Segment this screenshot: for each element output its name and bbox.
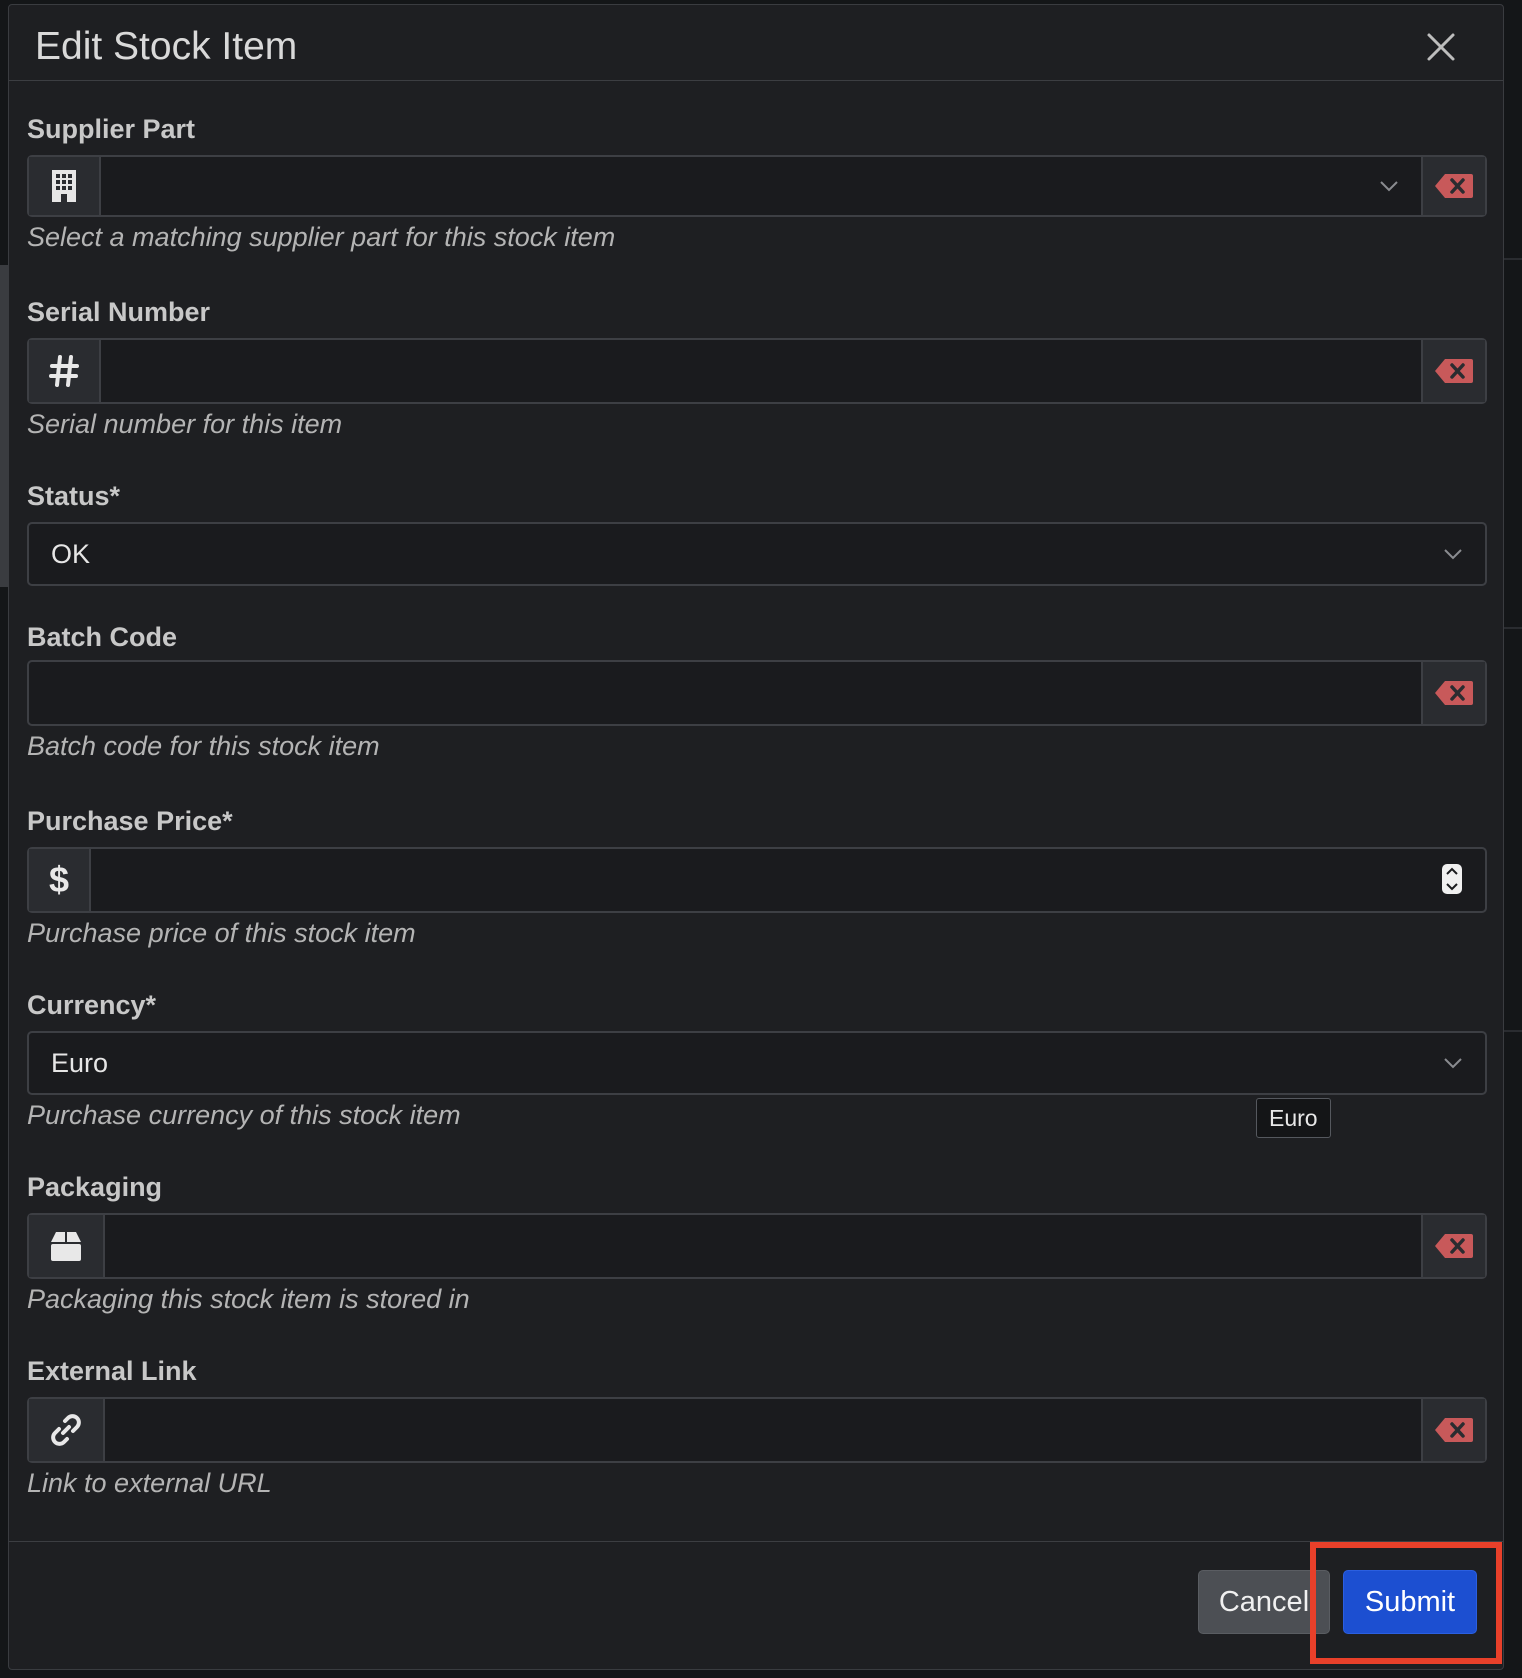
- packaging-input[interactable]: [27, 1213, 1487, 1279]
- close-button[interactable]: [1421, 27, 1461, 67]
- backspace-x-icon: [1435, 359, 1473, 383]
- backspace-x-icon: [1435, 174, 1473, 198]
- submit-button[interactable]: Submit: [1343, 1570, 1477, 1634]
- edit-stock-item-modal: Edit Stock Item Supplier Part Select a m…: [8, 4, 1504, 1670]
- serial-number-label: Serial Number: [27, 297, 211, 327]
- supplier-part-clear-button[interactable]: [1421, 157, 1485, 215]
- external-link-help: Link to external URL: [27, 1468, 272, 1498]
- field-external-link: External Link Link to external URL: [27, 1355, 1487, 1505]
- external-link-value: [105, 1399, 1421, 1461]
- building-icon: [29, 157, 101, 215]
- serial-number-help: Serial number for this item: [27, 409, 343, 439]
- dollar-icon: $: [29, 849, 91, 911]
- packaging-clear-button[interactable]: [1421, 1215, 1485, 1277]
- chevron-down-icon: [1380, 181, 1398, 192]
- background-divider: [1504, 627, 1522, 629]
- purchase-price-input[interactable]: $: [27, 847, 1487, 913]
- purchase-price-help: Purchase price of this stock item: [27, 918, 416, 948]
- currency-value: Euro: [51, 1047, 109, 1078]
- supplier-part-select[interactable]: [27, 155, 1487, 217]
- backspace-x-icon: [1435, 1234, 1473, 1258]
- currency-tooltip: Euro: [1256, 1098, 1331, 1138]
- field-batch-code: Batch Code Batch code for this stock ite…: [27, 621, 1487, 771]
- field-status: Status* OK: [27, 480, 1487, 590]
- number-spinner-icon[interactable]: [1441, 863, 1463, 895]
- batch-code-label: Batch Code: [27, 622, 178, 652]
- packaging-help: Packaging this stock item is stored in: [27, 1284, 470, 1314]
- batch-code-input[interactable]: [27, 660, 1487, 726]
- background-divider: [1504, 1030, 1522, 1032]
- status-label: Status*: [27, 481, 121, 511]
- close-icon: [1427, 33, 1455, 61]
- field-supplier-part: Supplier Part Select a matching supplier…: [27, 113, 1487, 263]
- hash-icon: [29, 340, 101, 402]
- field-packaging: Packaging Packaging this stock item is s…: [27, 1171, 1487, 1321]
- purchase-price-value: [91, 849, 1485, 911]
- modal-footer: Cancel Submit: [9, 1541, 1503, 1669]
- currency-select[interactable]: Euro: [27, 1031, 1487, 1095]
- supplier-part-label: Supplier Part: [27, 114, 196, 144]
- link-icon: [29, 1399, 105, 1461]
- batch-code-value: [29, 662, 1421, 724]
- packaging-value: [105, 1215, 1421, 1277]
- currency-label: Currency*: [27, 990, 157, 1020]
- serial-number-input[interactable]: [27, 338, 1487, 404]
- status-value: OK: [51, 538, 91, 569]
- backspace-x-icon: [1435, 1418, 1473, 1442]
- supplier-part-help: Select a matching supplier part for this…: [27, 222, 616, 252]
- modal-header: Edit Stock Item: [9, 5, 1503, 81]
- purchase-price-label: Purchase Price*: [27, 806, 233, 836]
- status-select[interactable]: OK: [27, 522, 1487, 586]
- batch-code-clear-button[interactable]: [1421, 662, 1485, 724]
- backspace-x-icon: [1435, 681, 1473, 705]
- field-serial-number: Serial Number Serial number for this ite…: [27, 296, 1487, 446]
- background-divider: [1504, 258, 1522, 260]
- currency-help: Purchase currency of this stock item: [27, 1100, 461, 1130]
- supplier-part-value: [101, 157, 1421, 215]
- packaging-label: Packaging: [27, 1172, 163, 1202]
- chevron-down-icon: [1444, 1058, 1462, 1069]
- serial-number-clear-button[interactable]: [1421, 340, 1485, 402]
- cancel-button[interactable]: Cancel: [1198, 1570, 1330, 1634]
- external-link-label: External Link: [27, 1356, 197, 1386]
- chevron-down-icon: [1444, 549, 1462, 560]
- external-link-input[interactable]: [27, 1397, 1487, 1463]
- modal-title: Edit Stock Item: [35, 25, 298, 68]
- external-link-clear-button[interactable]: [1421, 1399, 1485, 1461]
- batch-code-help: Batch code for this stock item: [27, 731, 380, 761]
- box-icon: [29, 1215, 105, 1277]
- serial-number-value: [101, 340, 1421, 402]
- field-purchase-price: Purchase Price* $ Purchase price of this…: [27, 805, 1487, 955]
